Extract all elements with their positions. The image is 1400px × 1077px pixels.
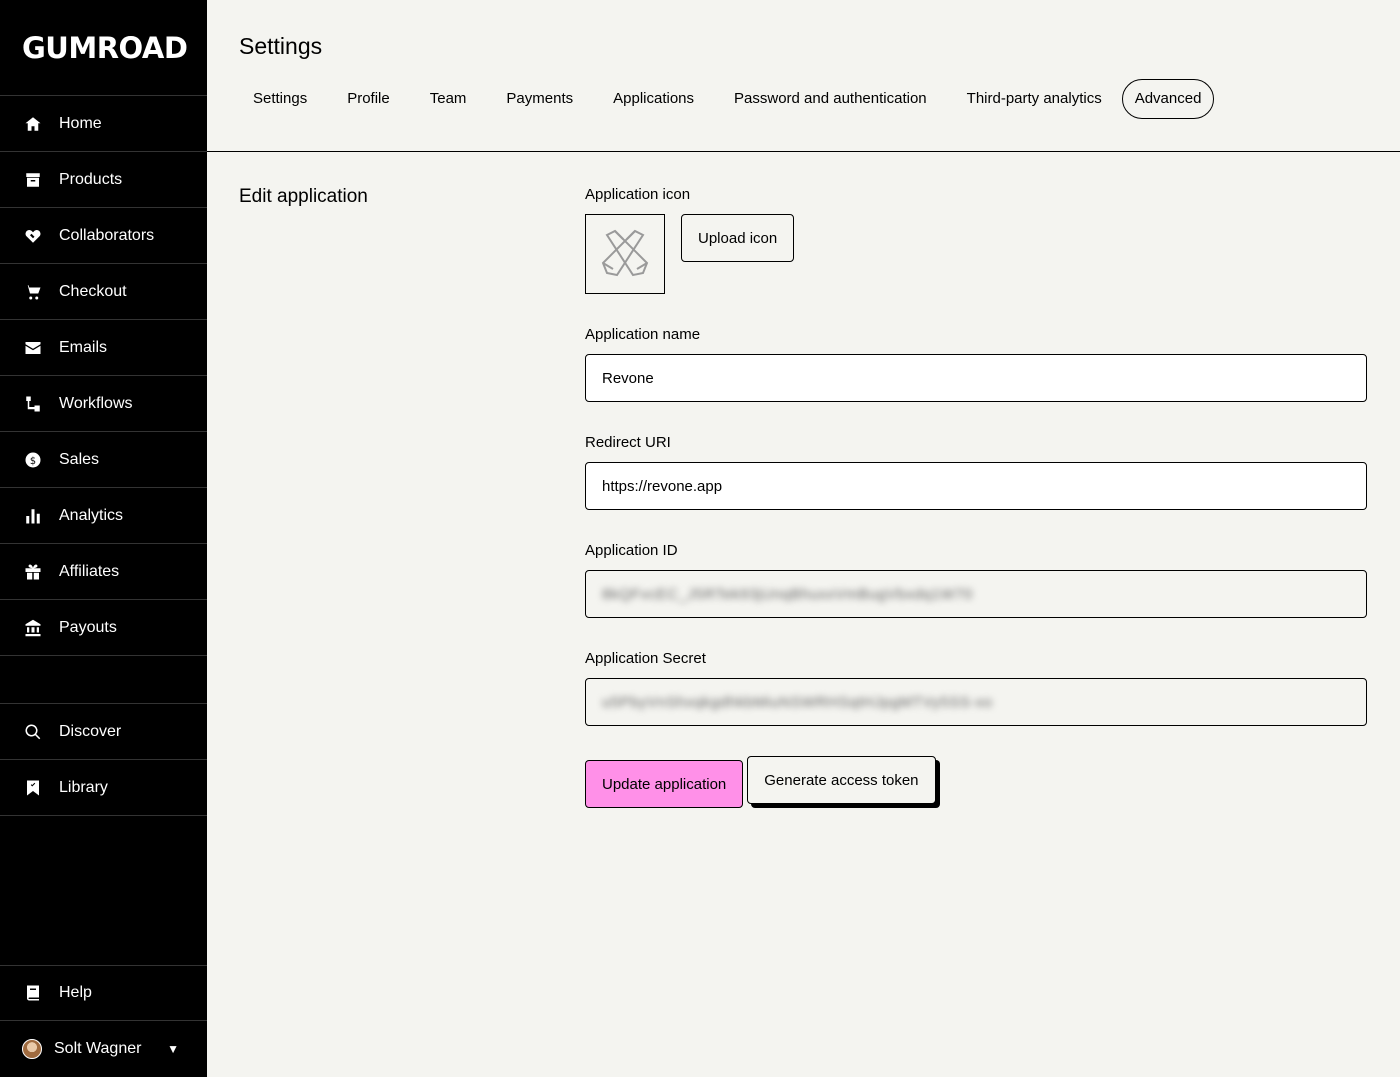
placeholder-tools-icon — [601, 229, 649, 277]
cart-icon — [24, 283, 42, 301]
application-icon-label: Application icon — [585, 186, 691, 203]
sidebar-item-sales[interactable]: $ Sales — [0, 432, 207, 488]
sidebar-item-label: Discover — [59, 722, 122, 740]
user-name: Solt Wagner — [54, 1040, 142, 1057]
application-id-field[interactable]: 8kQFvcEC_J5RTek93jUnqBhuxxVmBugVbxdq1W70 — [585, 570, 1367, 618]
sidebar-item-help[interactable]: Help — [0, 965, 207, 1021]
sidebar-item-analytics[interactable]: Analytics — [0, 488, 207, 544]
tab-settings[interactable]: Settings — [233, 79, 327, 119]
sidebar-item-label: Collaborators — [59, 226, 155, 244]
section-title: Edit application — [239, 186, 368, 207]
tab-password-and-authentication[interactable]: Password and authentication — [714, 79, 947, 119]
bank-icon — [24, 619, 42, 637]
application-name-input[interactable] — [585, 354, 1367, 402]
sidebar-item-label: Emails — [59, 338, 108, 356]
edit-application-form: Application icon Upload icon Application… — [585, 186, 1367, 808]
handshake-icon — [24, 227, 42, 245]
application-secret-field[interactable]: u5PbyVnShxqkgdhkbMiuNSWRHSqtHJpgMTVy5SS-… — [585, 678, 1367, 726]
upload-icon-button[interactable]: Upload icon — [681, 214, 795, 262]
redirect-uri-label: Redirect URI — [585, 434, 671, 451]
sidebar-item-workflows[interactable]: Workflows — [0, 376, 207, 432]
sidebar-item-affiliates[interactable]: Affiliates — [0, 544, 207, 600]
envelope-icon — [24, 339, 42, 357]
application-id-value: 8kQFvcEC_J5RTek93jUnqBhuxxVmBugVbxdq1W70 — [602, 585, 973, 603]
workflow-icon — [24, 395, 42, 413]
sidebar-item-discover[interactable]: Discover — [0, 704, 207, 760]
sidebar-item-label: Analytics — [59, 506, 124, 524]
sidebar-item-label: Sales — [59, 450, 100, 468]
svg-text:$: $ — [30, 455, 36, 466]
tab-payments[interactable]: Payments — [486, 79, 593, 119]
application-icon-preview — [585, 214, 665, 294]
archive-icon — [24, 171, 42, 189]
sidebar-item-collaborators[interactable]: Collaborators — [0, 208, 207, 264]
application-secret-value: u5PbyVnShxqkgdhkbMiuNSWRHSqtHJpgMTVy5SS-… — [602, 693, 993, 711]
sidebar-item-label: Library — [59, 778, 108, 796]
page-title: Settings — [239, 33, 323, 59]
sidebar-item-emails[interactable]: Emails — [0, 320, 207, 376]
home-icon — [24, 115, 42, 133]
sidebar-item-library[interactable]: Library — [0, 760, 207, 816]
avatar — [22, 1039, 42, 1059]
sidebar-item-label: Products — [59, 170, 123, 188]
sidebar-item-label: Workflows — [59, 394, 133, 412]
tab-third-party-analytics[interactable]: Third-party analytics — [947, 79, 1122, 119]
tab-advanced[interactable]: Advanced — [1121, 79, 1215, 119]
sidebar-item-payouts[interactable]: Payouts — [0, 600, 207, 656]
application-secret-label: Application Secret — [585, 650, 706, 667]
bar-chart-icon — [24, 507, 42, 525]
generate-access-token-button[interactable]: Generate access token — [747, 756, 936, 804]
search-icon — [24, 723, 42, 741]
application-name-label: Application name — [585, 326, 701, 343]
book-icon — [24, 984, 42, 1002]
sidebar-item-label: Home — [59, 114, 102, 132]
sidebar-item-products[interactable]: Products — [0, 152, 207, 208]
page-header: Settings Settings Profile Team Payments … — [207, 0, 1400, 152]
form-actions: Update application Generate access token — [585, 756, 1367, 808]
sidebar-item-checkout[interactable]: Checkout — [0, 264, 207, 320]
sidebar-item-label: Checkout — [59, 282, 127, 300]
dollar-icon: $ — [24, 451, 42, 469]
gift-icon — [24, 563, 42, 581]
update-application-button[interactable]: Update application — [585, 760, 744, 808]
gumroad-logo[interactable]: GUMROAD — [0, 0, 207, 96]
logo-text: GUMROAD — [22, 30, 188, 65]
sidebar: GUMROAD Home Products Collaborators Chec… — [0, 0, 207, 1077]
chevron-down-icon: ▼ — [167, 1042, 179, 1056]
tab-team[interactable]: Team — [410, 79, 487, 119]
sidebar-divider — [0, 656, 207, 704]
tab-profile[interactable]: Profile — [327, 79, 410, 119]
redirect-uri-input[interactable] — [585, 462, 1367, 510]
application-icon-row: Upload icon — [585, 214, 1367, 294]
sidebar-footer: Help Solt Wagner ▼ — [0, 965, 207, 1077]
sidebar-item-label: Affiliates — [59, 562, 120, 580]
sidebar-item-label: Payouts — [59, 618, 117, 636]
tab-applications[interactable]: Applications — [593, 79, 714, 119]
bookmark-icon — [24, 779, 42, 797]
user-menu[interactable]: Solt Wagner ▼ — [0, 1021, 207, 1077]
settings-tabs: Settings Profile Team Payments Applicati… — [233, 79, 1215, 119]
application-id-label: Application ID — [585, 542, 678, 559]
sidebar-item-home[interactable]: Home — [0, 96, 207, 152]
sidebar-item-label: Help — [59, 984, 92, 1001]
